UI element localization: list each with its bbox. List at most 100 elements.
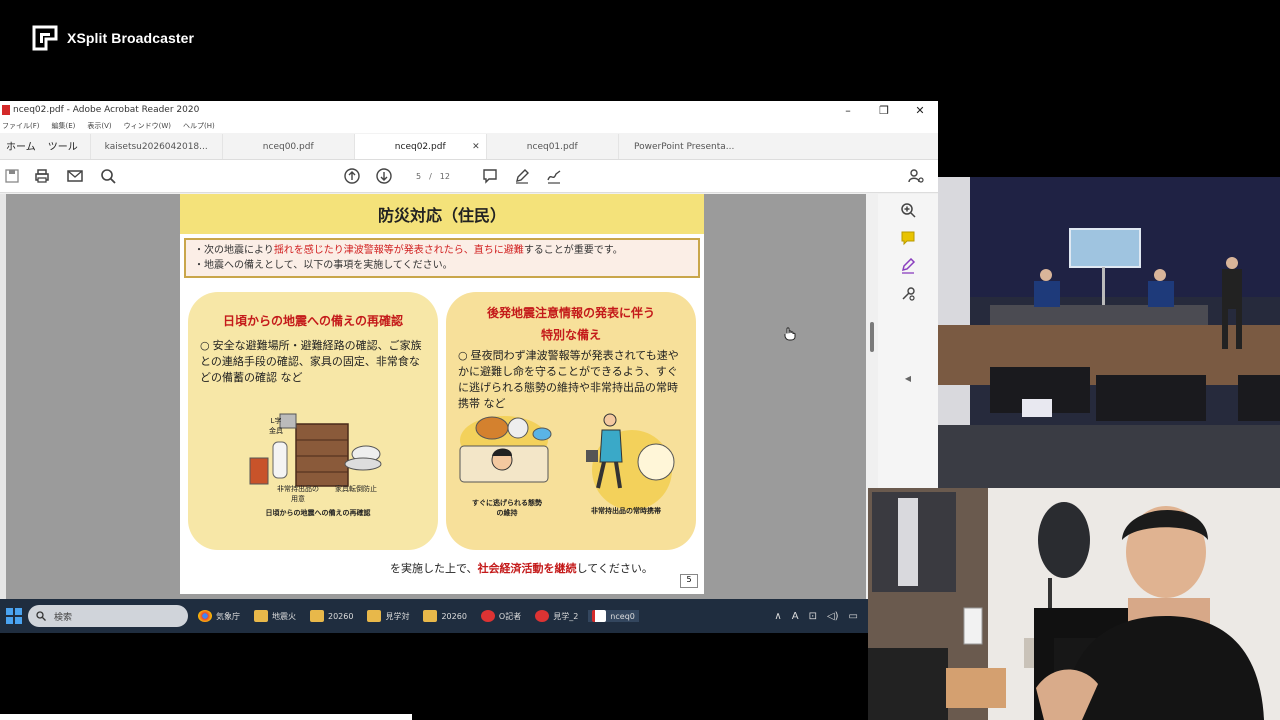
page-current[interactable]: 5 [416,172,421,181]
collapse-panel-icon[interactable]: ◀ [905,374,911,383]
menu-view[interactable]: 表示(V) [87,121,111,131]
slide-note-box: ・次の地震により揺れを感じたり津波警報等が発表されたら、直ちに避難することが重要… [184,238,700,278]
more-tools-icon[interactable] [900,286,916,302]
folder-icon [423,610,438,622]
left-column-body: ○ 安全な避難場所・避難経路の確認、ご家族との連絡手段の確認、家具の固定、非常食な… [200,339,422,384]
tab-tools[interactable]: ツール [42,132,84,159]
tab-bar: ホーム ツール kaisetsu2026042018... nceq00.pdf… [0,133,938,160]
tab-powerpoint[interactable]: PowerPoint Presenta... [617,134,750,159]
taskbar-item-app-1[interactable]: O記者 [477,610,525,622]
streamer-webcam [868,488,1280,720]
tab-nceq01[interactable]: nceq01.pdf [485,134,618,159]
note-line-1: ・次の地震により揺れを感じたり津波警報等が発表されたら、直ちに避難することが重要… [194,245,623,256]
evacuation-illustration: すぐに逃げられる態勢の維持 非常持出品の常時携帯 [446,410,696,540]
windows-start-icon[interactable] [6,608,22,624]
app-icon [535,610,550,622]
tab-kaisetsu[interactable]: kaisetsu2026042018... [89,134,222,159]
email-icon[interactable] [65,166,85,186]
right-column-heading-1: 後発地震注意情報の発表に伴う [486,306,655,320]
comment-tool-icon[interactable] [900,230,916,246]
slide-columns: 日頃からの地震への備えの再確認 ○ 安全な避難場所・避難経路の確認、ご家族との連絡… [188,292,696,550]
page-total: 12 [439,171,450,181]
carry-supplies-caption: 非常持出品の常時携帯 [591,507,661,515]
acrobat-titlebar[interactable]: nceq02.pdf - Adobe Acrobat Reader 2020 –… [0,101,938,119]
taskbar-item-folder-2[interactable]: 20260 [306,610,357,622]
scrollbar-thumb[interactable] [870,322,874,352]
share-user-icon[interactable] [906,166,926,186]
lshape-bracket-label: L字金具 [269,417,283,435]
right-column-body: ○ 昼夜問わず津波警報等が発表されても速やかに避難し命を守ることができるよう、すぐ… [458,349,679,410]
taskbar-item-folder-3[interactable]: 見学対 [363,610,413,622]
restore-icon[interactable]: ❐ [866,104,902,117]
sign-icon[interactable] [544,166,564,186]
folder-icon [367,610,382,622]
taskbar-item-folder-4[interactable]: 20260 [419,610,470,622]
right-column-heading-2: 特別な備え [540,328,601,342]
xsplit-brand: XSplit Broadcaster [32,25,194,51]
taskbar-item-app-2[interactable]: 見学_2 [531,610,582,622]
readiness-caption: すぐに逃げられる態勢の維持 [472,499,542,517]
supplies-label: 非常持出品の用意 [277,485,319,503]
left-column: 日頃からの地震への備えの再確認 ○ 安全な避難場所・避難経路の確認、ご家族との連絡… [188,292,438,550]
note-line-2: ・地震への備えとして、以下の事項を実施してください。 [194,260,453,271]
app-icon [480,610,495,622]
taskbar-item-acrobat[interactable]: nceq0 [588,610,639,622]
print-icon[interactable] [32,166,52,186]
menu-help[interactable]: ヘルプ(H) [183,121,215,131]
acrobat-toolbar: 5 / 12 [0,160,938,193]
windows-taskbar: 検索 気象庁 地震火 20260 見学対 20260 O記者 見学_2 nceq… [0,599,868,633]
page-indicator[interactable]: 5 / 12 [416,172,450,181]
left-column-heading: 日頃からの地震への備えの再確認 [222,314,403,328]
taskbar-item-folder-1[interactable]: 地震火 [250,610,300,622]
volume-icon[interactable]: ◁) [827,611,839,622]
folder-icon [254,610,268,622]
fill-sign-icon[interactable] [900,258,916,274]
search-icon[interactable] [98,166,118,186]
chrome-icon [198,610,212,622]
app-name: XSplit Broadcaster [67,30,195,46]
press-conference-scene-icon [938,177,1280,488]
hand-cursor-icon [784,327,796,341]
xsplit-logo-icon [32,25,58,51]
menu-window[interactable]: ウィンドウ(W) [124,121,171,131]
comment-icon[interactable] [480,166,500,186]
tab-close-icon[interactable]: ✕ [472,142,480,152]
acrobat-window[interactable]: nceq02.pdf - Adobe Acrobat Reader 2020 –… [0,101,938,633]
zoom-in-icon[interactable] [900,202,916,218]
close-icon[interactable]: ✕ [902,104,938,117]
press-conference-camera [938,177,1280,488]
pen-icon[interactable] [512,166,532,186]
pdf-app-icon [2,105,10,115]
left-illustration-caption: 日頃からの地震への備えの再確認 [265,509,371,517]
xsplit-canvas: XSplit Broadcaster nceq02.pdf - Adobe Ac… [0,0,1280,720]
tab-home[interactable]: ホーム [0,132,42,159]
pdf-page: 防災対応（住民） ・次の地震により揺れを感じたり津波警報等が発表されたら、直ちに… [180,194,704,594]
network-icon[interactable]: ⊡ [809,611,817,622]
slide-title: 防災対応（住民） [180,194,704,234]
system-tray[interactable]: ∧ A ⊡ ◁) ▭ [774,611,868,622]
input-method-icon[interactable]: A [792,611,799,622]
menu-bar: ファイル(F) 編集(E) 表示(V) ウィンドウ(W) ヘルプ(H) [0,119,938,133]
left-panel-strip [0,194,6,633]
taskbar-item-chrome-jma[interactable]: 気象庁 [194,610,244,622]
document-area[interactable]: 防災対応（住民） ・次の地震により揺れを感じたり津波警報等が発表されたら、直ちに… [0,194,938,633]
page-up-icon[interactable] [342,166,362,186]
battery-icon[interactable]: ▭ [849,611,858,622]
tab-nceq00[interactable]: nceq00.pdf [221,134,354,159]
save-icon[interactable] [2,166,22,186]
page-down-icon[interactable] [374,166,394,186]
tray-chevron-icon[interactable]: ∧ [774,611,781,622]
tab-nceq02[interactable]: nceq02.pdf ✕ [353,134,486,159]
furniture-supplies-icon [249,413,382,487]
minimize-icon[interactable]: – [830,104,866,117]
pdf-icon [592,610,607,622]
folder-icon [310,610,324,622]
slide-bottom-line: を実施した上で、社会経済活動を継続してください。 [390,562,653,575]
preparedness-illustration: L字金具 非常持出品の用意 家具転倒防止 日頃からの地震への備えの再確認 [188,410,438,540]
taskbar-search[interactable]: 検索 [28,605,188,627]
evacuation-scene-icon [459,413,675,510]
menu-file[interactable]: ファイル(F) [2,121,40,131]
menu-edit[interactable]: 編集(E) [52,121,76,131]
slide-page-number: 5 [680,574,698,588]
right-column: 後発地震注意情報の発表に伴う 特別な備え ○ 昼夜問わず津波警報等が発表されても速… [446,292,696,550]
